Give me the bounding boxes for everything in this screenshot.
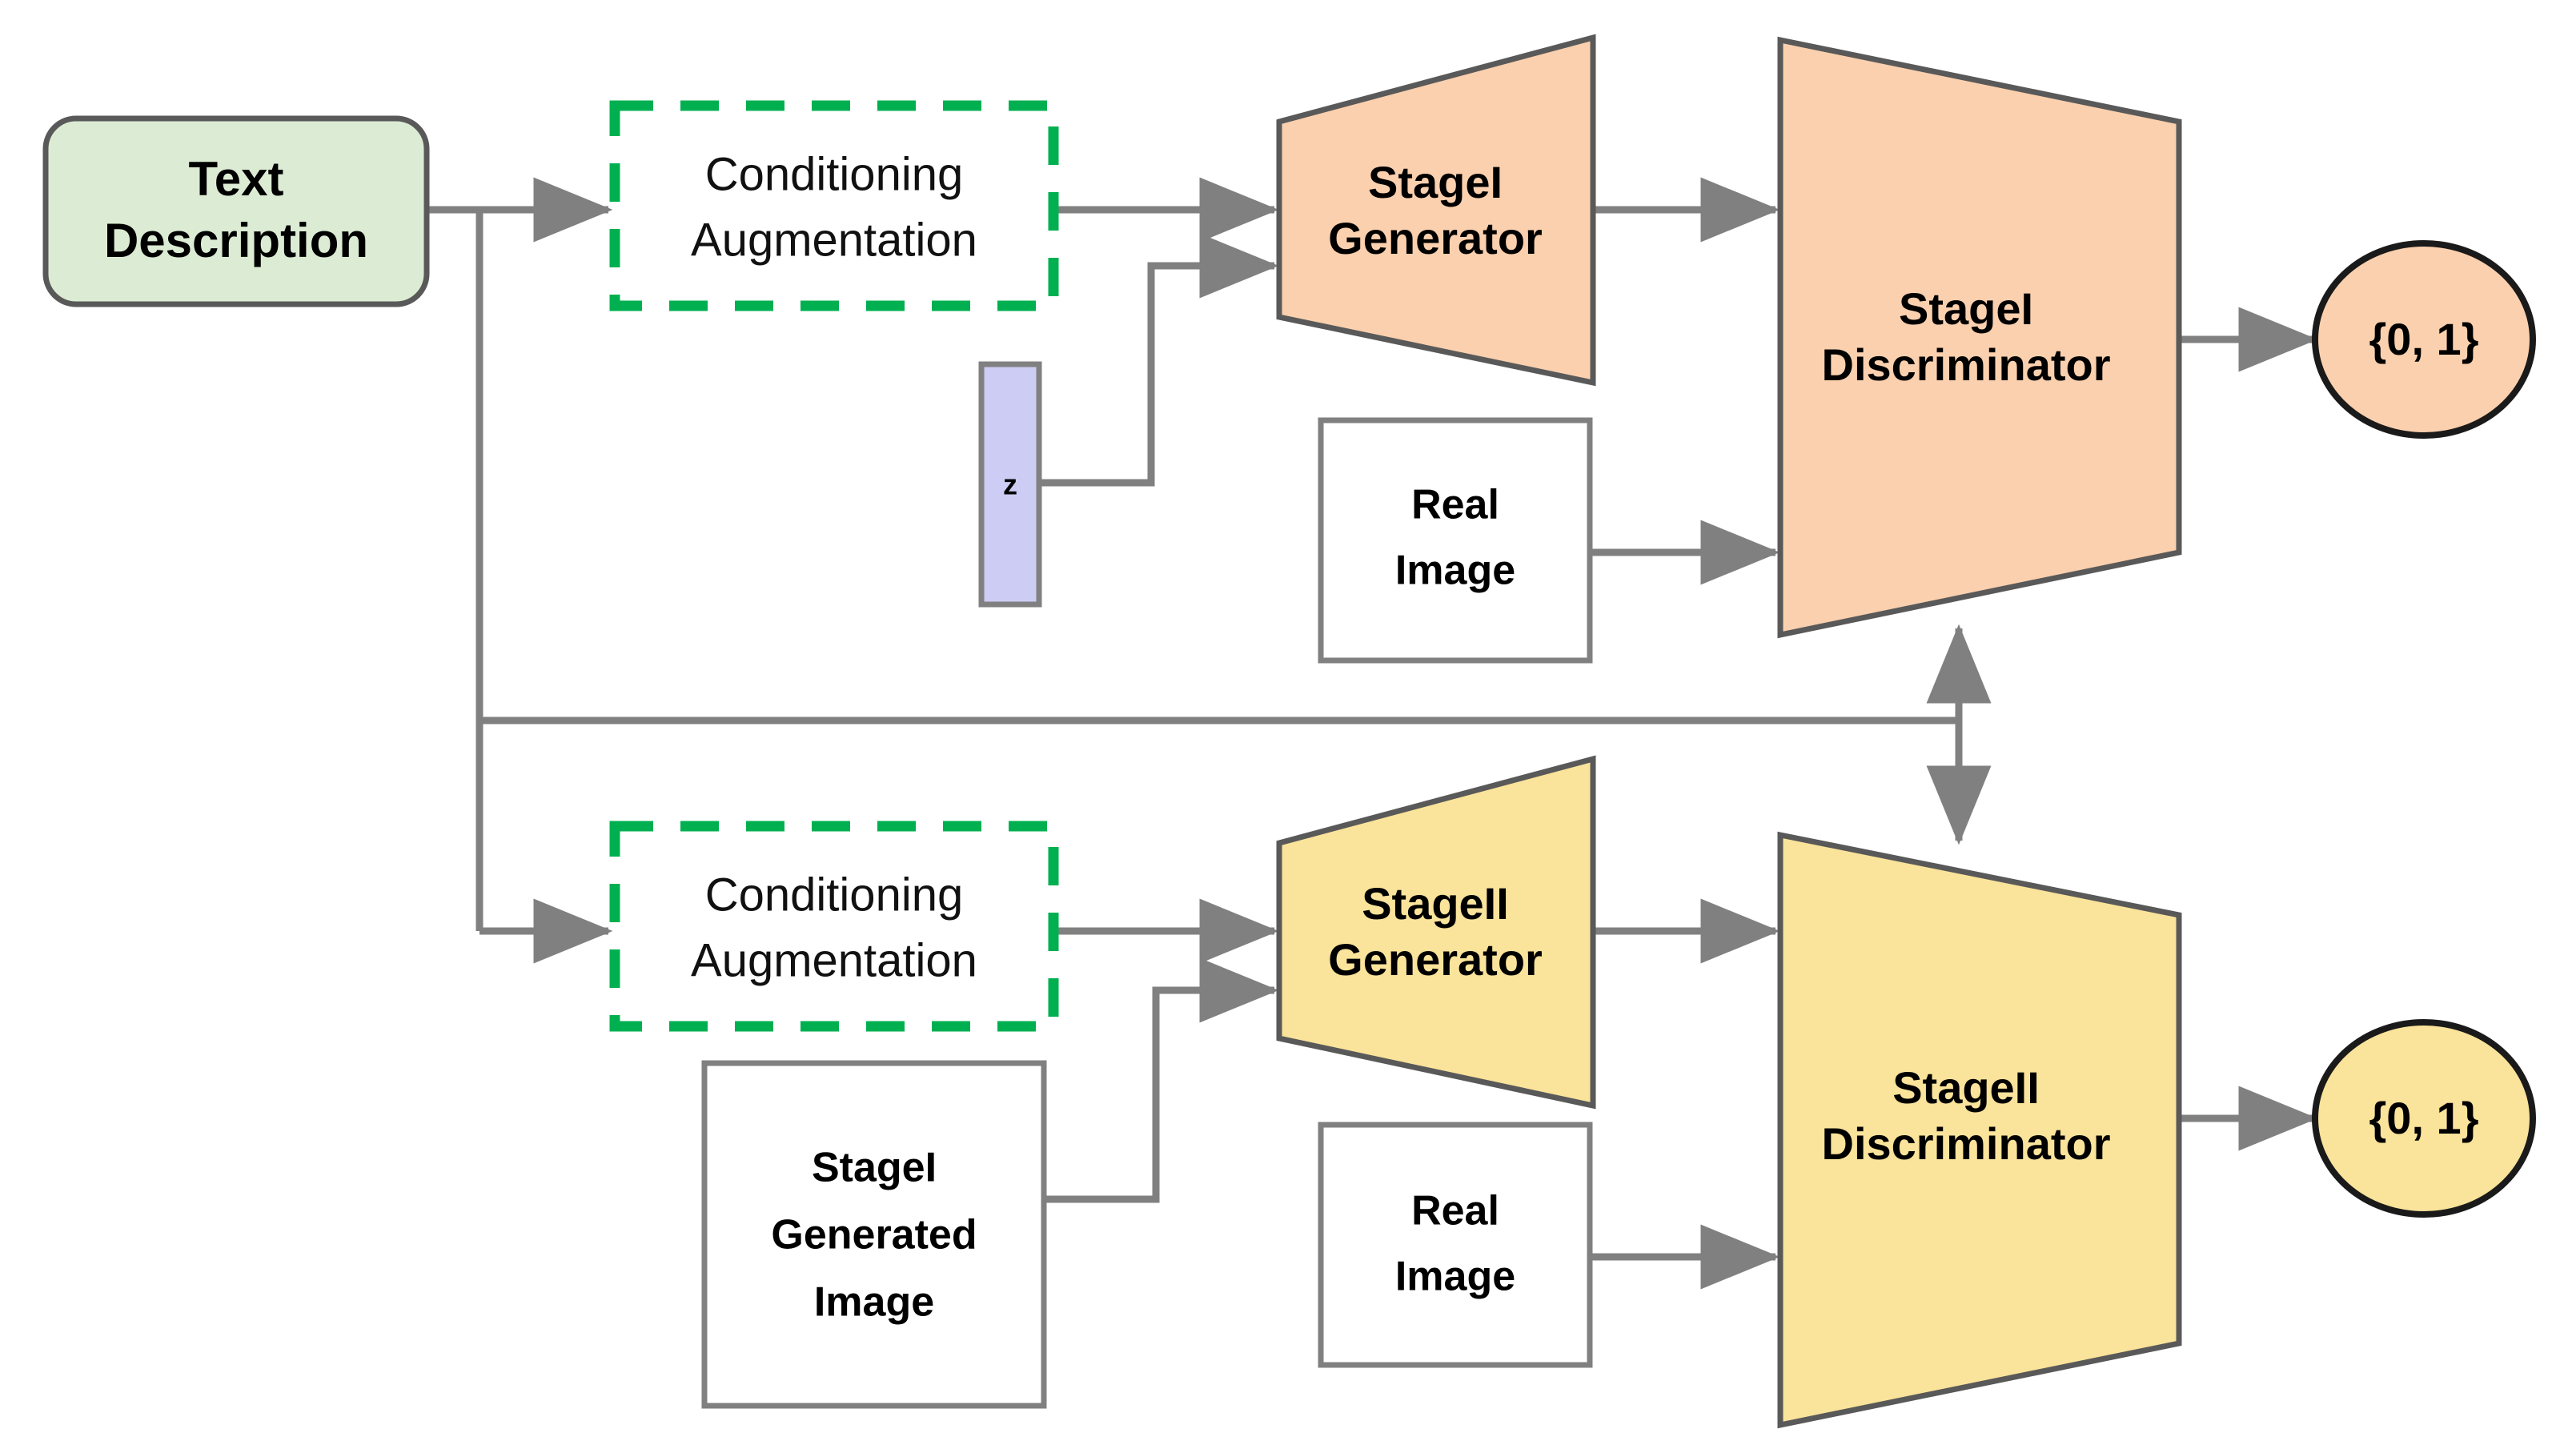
node-stage1-output[interactable]: {0, 1} xyxy=(2312,240,2536,439)
edge-gen1img-to-g2 xyxy=(1041,957,1279,1203)
stage1-real-image-box[interactable] xyxy=(1318,417,1593,664)
edge-z-to-g1 xyxy=(1012,233,1279,487)
stage1-generated-image-label-1: StageI xyxy=(812,1145,937,1191)
text-description-label-1: Text xyxy=(189,152,284,206)
node-stage1-generator[interactable]: StageI Generator xyxy=(1276,34,1596,387)
stage1-generator-shape[interactable] xyxy=(1276,34,1596,387)
stage1-discriminator-label-2: Discriminator xyxy=(1822,339,2111,390)
stage1-real-image-label-1: Real xyxy=(1411,482,1499,528)
text-description-label-2: Description xyxy=(104,214,368,267)
noise-z-label: z xyxy=(1003,468,1017,501)
diagram-svg: Text Description Conditioning Augmentati… xyxy=(42,34,2536,1429)
stage1-discriminator-label-1: StageI xyxy=(1899,283,2033,334)
stage2-real-image-box[interactable] xyxy=(1318,1122,1593,1368)
stage2-discriminator-label-2: Discriminator xyxy=(1822,1118,2111,1169)
stage2-real-image-label-2: Image xyxy=(1395,1254,1515,1300)
diagram-canvas: Text Description Conditioning Augmentati… xyxy=(0,0,2576,1445)
node-stage2-real-image[interactable]: Real Image xyxy=(1318,1122,1593,1368)
stage1-real-image-label-2: Image xyxy=(1395,548,1515,594)
conditioning-augmentation-2-label-2: Augmentation xyxy=(691,934,977,986)
node-conditioning-augmentation-2[interactable]: Conditioning Augmentation xyxy=(609,821,1059,1032)
stage1-discriminator-shape[interactable] xyxy=(1777,36,2182,639)
node-stage2-discriminator[interactable]: StageII Discriminator xyxy=(1777,831,2182,1429)
stage1-output-label: {0, 1} xyxy=(2369,314,2479,364)
stage2-discriminator-label-1: StageII xyxy=(1892,1062,2040,1113)
node-noise-z[interactable]: z xyxy=(978,361,1042,608)
stage1-generator-label-2: Generator xyxy=(1328,213,1543,263)
conditioning-augmentation-1-label-2: Augmentation xyxy=(691,214,977,266)
node-stage2-generator[interactable]: StageII Generator xyxy=(1276,755,1596,1110)
node-stage1-real-image[interactable]: Real Image xyxy=(1318,417,1593,664)
stage2-generator-label-1: StageII xyxy=(1362,878,1509,929)
conditioning-augmentation-1-label-1: Conditioning xyxy=(705,148,963,200)
text-description-box[interactable] xyxy=(42,115,430,307)
stage1-generator-label-1: StageI xyxy=(1368,157,1503,207)
stage1-generated-image-label-3: Image xyxy=(814,1279,934,1326)
stage2-output-label: {0, 1} xyxy=(2369,1093,2479,1143)
node-text-description[interactable]: Text Description xyxy=(42,115,430,307)
conditioning-augmentation-2-dashed-border[interactable] xyxy=(609,821,1059,1032)
node-stage1-discriminator[interactable]: StageI Discriminator xyxy=(1777,36,2182,639)
stage1-generated-image-label-2: Generated xyxy=(771,1212,977,1258)
stage2-generator-shape[interactable] xyxy=(1276,755,1596,1110)
node-stage2-output[interactable]: {0, 1} xyxy=(2312,1019,2536,1218)
stage2-generator-label-2: Generator xyxy=(1328,934,1543,985)
conditioning-augmentation-1-dashed-border[interactable] xyxy=(609,100,1059,311)
stage2-real-image-label-1: Real xyxy=(1411,1188,1499,1234)
conditioning-augmentation-2-label-1: Conditioning xyxy=(705,869,963,921)
node-conditioning-augmentation-1[interactable]: Conditioning Augmentation xyxy=(609,100,1059,311)
node-stage1-generated-image[interactable]: StageI Generated Image xyxy=(701,1060,1047,1409)
